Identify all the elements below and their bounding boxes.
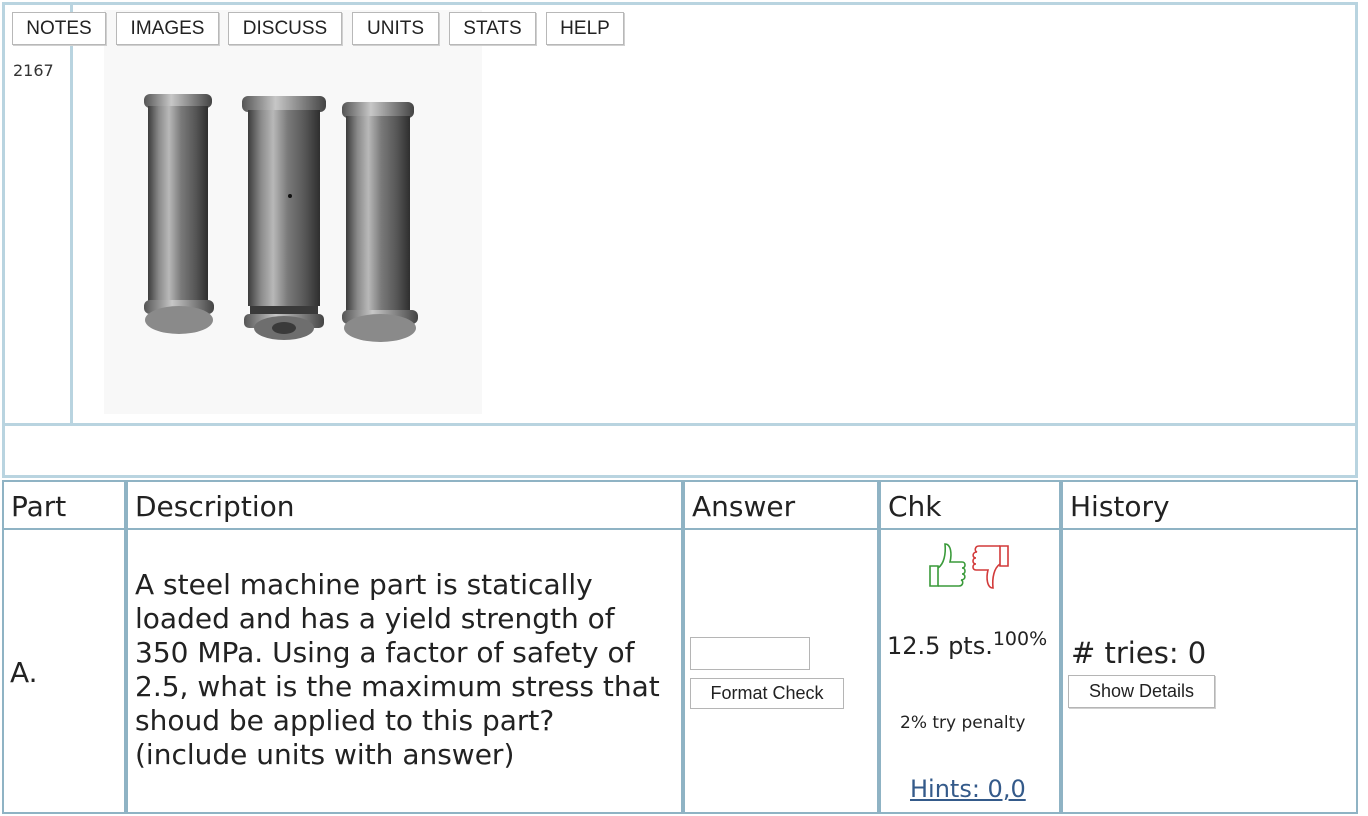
try-penalty: 2% try penalty [900, 713, 1026, 733]
units-button[interactable]: UNITS [352, 12, 439, 45]
points-value: 12.5 pts.100% [887, 628, 1047, 660]
discuss-button[interactable]: DISCUSS [228, 12, 342, 45]
pin-left [144, 94, 214, 334]
question-id: 2167 [13, 61, 54, 80]
header-history: History [1061, 480, 1358, 530]
format-check-button[interactable]: Format Check [690, 678, 844, 709]
header-chk: Chk [879, 480, 1061, 530]
header-description: Description [126, 480, 683, 530]
stats-button[interactable]: STATS [449, 12, 536, 45]
thumbs-icons [929, 543, 1009, 589]
hints-link[interactable]: Hints: 0,0 [910, 775, 1026, 803]
pin-right [342, 102, 418, 342]
question-description: A steel machine part is statically loade… [135, 568, 660, 771]
images-button[interactable]: IMAGES [116, 12, 219, 45]
thumbs-down-icon[interactable] [972, 545, 1009, 589]
steel-pins-photo [104, 10, 482, 414]
cell-history [1061, 530, 1358, 814]
answer-input[interactable] [690, 637, 810, 670]
tries-count: # tries: 0 [1071, 636, 1207, 670]
header-part: Part [2, 480, 126, 530]
show-details-button[interactable]: Show Details [1068, 675, 1215, 708]
header-answer: Answer [683, 480, 879, 530]
notes-button[interactable]: NOTES [12, 12, 106, 45]
points-percent: 100% [992, 628, 1048, 650]
part-label: A. [10, 656, 38, 689]
question-number-column: 5. 2167 [5, 5, 73, 423]
points-text: 12.5 pts. [887, 632, 993, 660]
thumbs-up-icon[interactable] [929, 543, 966, 587]
question-toolbar [2, 426, 1358, 478]
pin-middle [242, 96, 326, 340]
cell-answer [683, 530, 879, 814]
help-button[interactable]: HELP [546, 12, 624, 45]
